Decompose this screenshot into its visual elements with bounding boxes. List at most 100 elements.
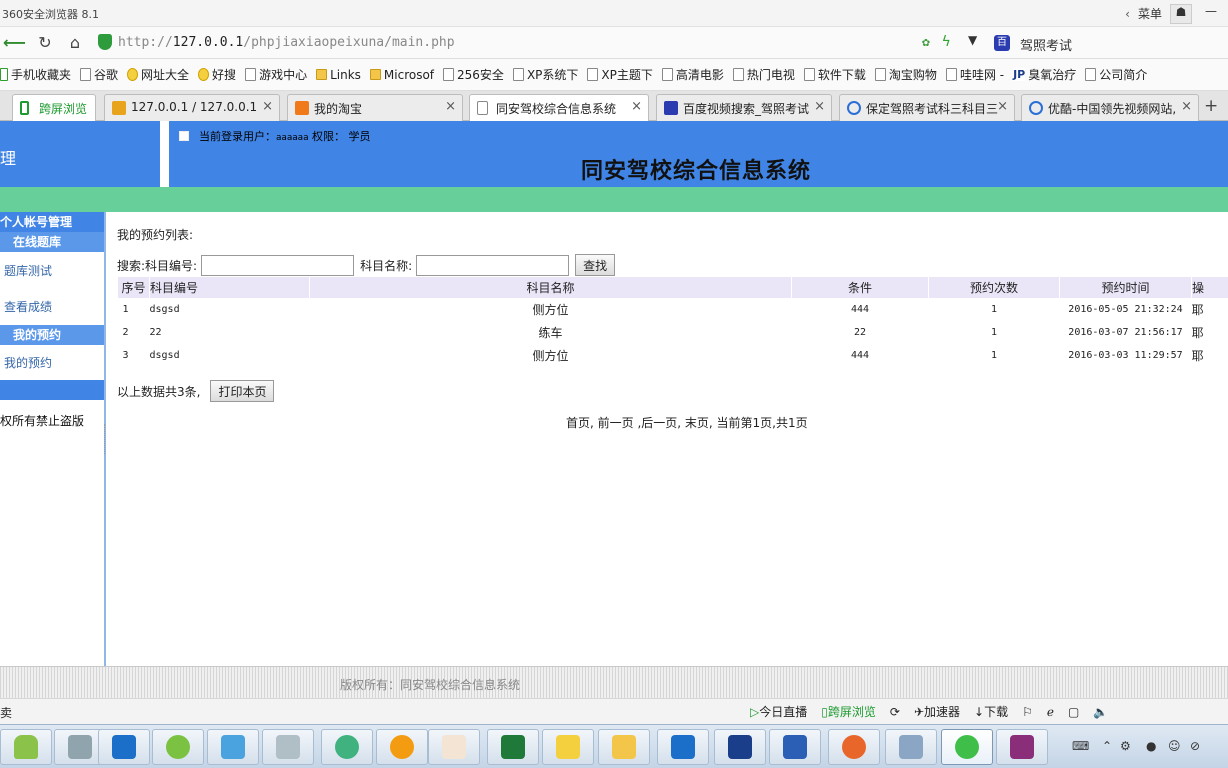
header-left-text: 理 xyxy=(0,149,17,168)
url-text[interactable]: http://127.0.0.1/phpjiaxiaopeixuna/main.… xyxy=(118,35,455,50)
search-button[interactable]: 查找 xyxy=(575,254,616,276)
close-icon[interactable]: × xyxy=(1181,99,1192,114)
tab-phpmyadmin[interactable]: 127.0.0.1 / 127.0.0.1 × xyxy=(104,94,280,121)
home-icon[interactable]: ⌂ xyxy=(64,32,86,54)
photoshop2-app-button[interactable] xyxy=(657,729,709,765)
close-icon[interactable]: × xyxy=(445,99,456,114)
excel-app-button[interactable] xyxy=(487,729,539,765)
sidebar-item-scores[interactable]: 查看成绩 xyxy=(0,298,104,315)
browser-app-button[interactable] xyxy=(941,729,993,765)
tools-app-button[interactable] xyxy=(262,729,314,765)
bookmark-item[interactable]: 游戏中心 xyxy=(245,66,307,83)
bookmark-item[interactable]: 软件下载 xyxy=(803,66,866,83)
recycle-icon[interactable]: ✿ xyxy=(922,35,930,50)
chevron-left-icon[interactable]: ‹ xyxy=(1125,7,1130,21)
photoshop-app-button[interactable] xyxy=(98,729,150,765)
pma-icon xyxy=(112,101,126,115)
bookmark-item[interactable]: 谷歌 xyxy=(80,66,118,83)
expand-tray-icon[interactable]: ⌃ xyxy=(1102,739,1112,753)
sphere-app-button[interactable] xyxy=(321,729,373,765)
s-app-button[interactable] xyxy=(714,729,766,765)
ie-icon[interactable]: ℯ xyxy=(1047,705,1054,719)
burger-app-button[interactable] xyxy=(376,729,428,765)
tab-youku[interactable]: 优酷-中国领先视频网站, × xyxy=(1021,94,1199,121)
tab-taobao[interactable]: 我的淘宝 × xyxy=(287,94,463,121)
splitter-handle[interactable] xyxy=(104,424,108,454)
history-icon[interactable]: ⟳ xyxy=(890,705,900,719)
network-tray-icon[interactable]: ⚙ xyxy=(1120,739,1131,753)
sidebar-item-my-booking[interactable]: 我的预约 xyxy=(0,354,104,371)
transfer-app-button[interactable] xyxy=(207,729,259,765)
bookmark-item[interactable]: Microsof xyxy=(369,68,434,82)
bookmark-item[interactable]: 高清电影 xyxy=(661,66,724,83)
close-icon[interactable]: × xyxy=(814,99,825,114)
explorer-app-button[interactable] xyxy=(598,729,650,765)
bookmark-item[interactable]: Links xyxy=(316,68,361,82)
bookmark-item[interactable]: XP主题下 xyxy=(587,66,653,83)
back-arrow-icon[interactable]: ⟵ xyxy=(3,32,26,54)
cell-op[interactable]: 耶 xyxy=(1192,321,1228,344)
notes-app-button[interactable] xyxy=(542,729,594,765)
download-button[interactable]: ↓下载 xyxy=(974,703,1008,720)
search-query[interactable]: 驾照考试 xyxy=(1020,35,1072,54)
bookmark-item[interactable]: JP 臭氧治疗 xyxy=(1013,66,1076,83)
window-icon[interactable]: ▢ xyxy=(1068,705,1079,719)
sidebar-account-header[interactable]: 个人帐号管理 xyxy=(0,212,104,232)
tab-driving-school[interactable]: 同安驾校综合信息系统 × xyxy=(469,94,649,122)
bookmark-item[interactable]: 网址大全 xyxy=(127,66,189,83)
qq-icon[interactable]: ● xyxy=(1146,739,1156,753)
sidebar-question-bank-header[interactable]: 在线题库 xyxy=(0,232,104,252)
subject-code-input[interactable] xyxy=(201,254,355,276)
chevron-down-icon[interactable]: ▼ xyxy=(968,33,977,47)
bookmark-item[interactable]: 哇哇网 - xyxy=(945,66,1004,83)
tab-baidu-video[interactable]: 百度视频搜索_驾照考试 × xyxy=(656,94,832,121)
user-icon xyxy=(179,131,189,141)
pagination[interactable]: 首页, 前一页 ,后一页, 末页, 当前第1页,共1页 xyxy=(566,414,808,431)
keyboard-icon[interactable]: ⌨ xyxy=(1072,739,1089,753)
accelerator-button[interactable]: ✈加速器 xyxy=(914,703,960,720)
bookmark-item[interactable]: XP系统下 xyxy=(512,66,578,83)
flag-icon[interactable]: ⚐ xyxy=(1022,705,1033,719)
word-app-button[interactable] xyxy=(769,729,821,765)
address-bar[interactable]: http://127.0.0.1/phpjiaxiaopeixuna/main.… xyxy=(96,31,966,55)
refresh-icon[interactable]: ↻ xyxy=(34,32,56,54)
new-tab-icon[interactable]: + xyxy=(1204,96,1218,116)
subject-name-input[interactable] xyxy=(416,254,570,276)
cross-screen-button[interactable]: ▯跨屏浏览 xyxy=(821,703,876,720)
tab-baoding[interactable]: 保定驾照考试科三科目三 × xyxy=(839,94,1015,121)
android-app-button[interactable] xyxy=(0,729,52,765)
e-app-button[interactable] xyxy=(152,729,204,765)
bookmark-item[interactable]: 公司简介 xyxy=(1085,66,1147,83)
print-button[interactable]: 打印本页 xyxy=(210,380,275,402)
tab-kuaping[interactable]: 跨屏浏览 xyxy=(12,94,96,121)
mute-icon[interactable]: ⊘ xyxy=(1190,739,1200,753)
lightning-icon[interactable]: ϟ xyxy=(942,34,950,50)
cell-cond: 444 xyxy=(850,350,870,361)
live-button[interactable]: ▷今日直播 xyxy=(750,703,807,720)
skin-icon[interactable]: ☗ xyxy=(1170,3,1192,24)
baidu-paw-icon[interactable]: 百 xyxy=(994,35,1010,51)
sidebar-my-booking-header[interactable]: 我的预约 xyxy=(0,325,104,345)
user-tray-icon[interactable]: ☺ xyxy=(1168,739,1181,753)
cell-op[interactable]: 耶 xyxy=(1192,298,1228,321)
page-icon xyxy=(945,68,957,81)
photoshop-icon xyxy=(671,735,695,759)
bookmark-item[interactable]: 手机收藏夹 xyxy=(0,66,71,83)
bookmark-item[interactable]: 淘宝购物 xyxy=(874,66,937,83)
close-icon[interactable]: × xyxy=(631,99,642,114)
volume-icon[interactable]: 🔈 xyxy=(1093,705,1108,719)
rabbit-app-button[interactable] xyxy=(428,729,480,765)
menu-button[interactable]: 菜单 xyxy=(1138,5,1162,22)
bookmark-item[interactable]: 好搜 xyxy=(198,66,236,83)
computer-app-button[interactable] xyxy=(885,729,937,765)
close-icon[interactable]: × xyxy=(262,99,273,114)
close-icon[interactable]: × xyxy=(997,99,1008,114)
sidebar-item-quiz[interactable]: 题库测试 xyxy=(0,262,104,279)
winrar-app-button[interactable] xyxy=(996,729,1048,765)
cell-op[interactable]: 耶 xyxy=(1192,344,1228,367)
xampp-app-button[interactable] xyxy=(828,729,880,765)
minimize-icon[interactable]: — xyxy=(1200,4,1222,24)
search-box[interactable]: ▼ 百 驾照考试 xyxy=(968,31,1223,55)
bookmark-item[interactable]: 热门电视 xyxy=(732,66,795,83)
bookmark-item[interactable]: 256安全 xyxy=(443,66,504,83)
